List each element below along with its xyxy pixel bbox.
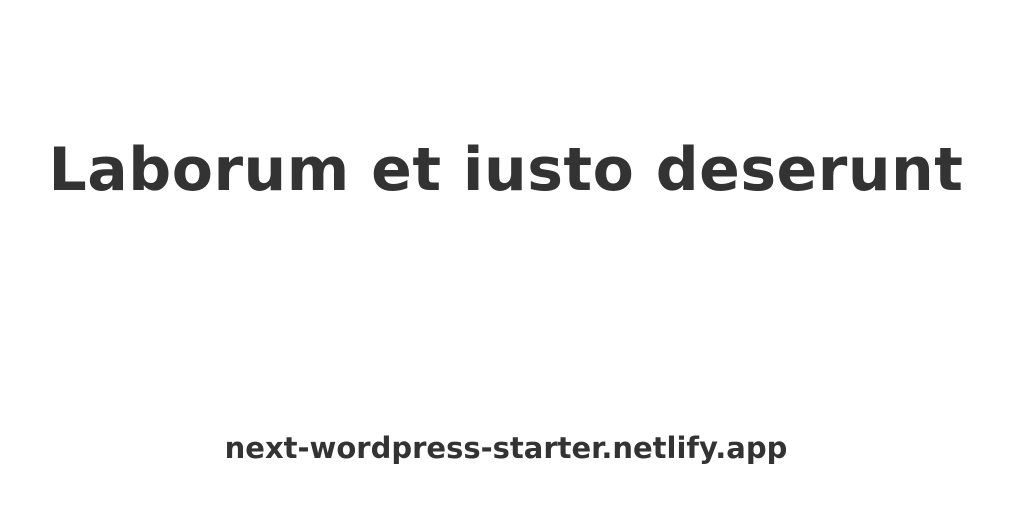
site-url: next-wordpress-starter.netlify.app [224,431,788,465]
post-title: Laborum et iusto deserunt [48,135,964,205]
og-image-card: Laborum et iusto deserunt next-wordpress… [0,0,1012,506]
